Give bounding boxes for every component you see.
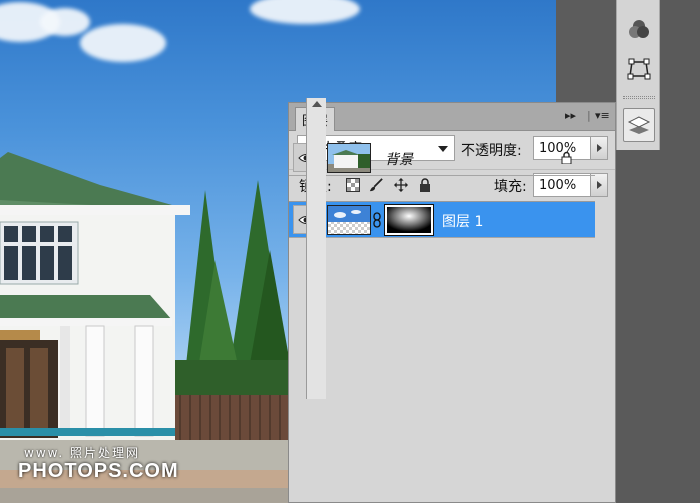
layers-icon[interactable] [623, 108, 655, 142]
move-icon[interactable] [394, 178, 408, 192]
collapse-icon[interactable]: ▸▸ [565, 109, 576, 122]
layer-thumbnail[interactable] [327, 205, 371, 235]
layer-row-background[interactable]: 背景 [289, 140, 595, 176]
tab-separator: | [587, 109, 591, 122]
layers-list: 图层 1 [289, 201, 595, 502]
layers-scrollbar[interactable] [306, 98, 326, 399]
scroll-up-arrow[interactable] [312, 101, 322, 107]
fill-label: 填充: [494, 179, 527, 195]
panel-dock [616, 0, 660, 150]
panel-menu-icon[interactable]: ▾≡ [595, 109, 610, 122]
path-icon[interactable] [624, 54, 654, 84]
brush-icon[interactable] [369, 178, 383, 192]
layer-name[interactable]: 图层 1 [442, 211, 483, 231]
panel-tabbar: 图层 ▸▸ | ▾≡ [289, 103, 615, 131]
layers-panel: 图层 ▸▸ | ▾≡ 正片叠底 不透明度: 100% 锁定: 填充: 100% [288, 102, 616, 503]
layer-name[interactable]: 背景 [385, 149, 413, 169]
layer-thumbnail[interactable] [327, 143, 371, 173]
layer-mask-thumbnail[interactable] [384, 204, 434, 236]
side-margin [660, 0, 700, 503]
transparency-lock-icon[interactable] [346, 178, 360, 192]
lock-icon [561, 151, 572, 168]
lock-icon[interactable] [418, 178, 432, 192]
fill-slider-button[interactable] [590, 173, 608, 197]
fill-field[interactable]: 100% [533, 173, 591, 197]
watermark-line2: PHOTOPS.COM [18, 460, 179, 482]
dock-grip[interactable] [623, 96, 655, 99]
chain-link-icon[interactable] [373, 212, 381, 232]
watermark-line1: www. 照片处理网 [24, 446, 140, 460]
color-wheel-icon[interactable] [624, 14, 654, 44]
